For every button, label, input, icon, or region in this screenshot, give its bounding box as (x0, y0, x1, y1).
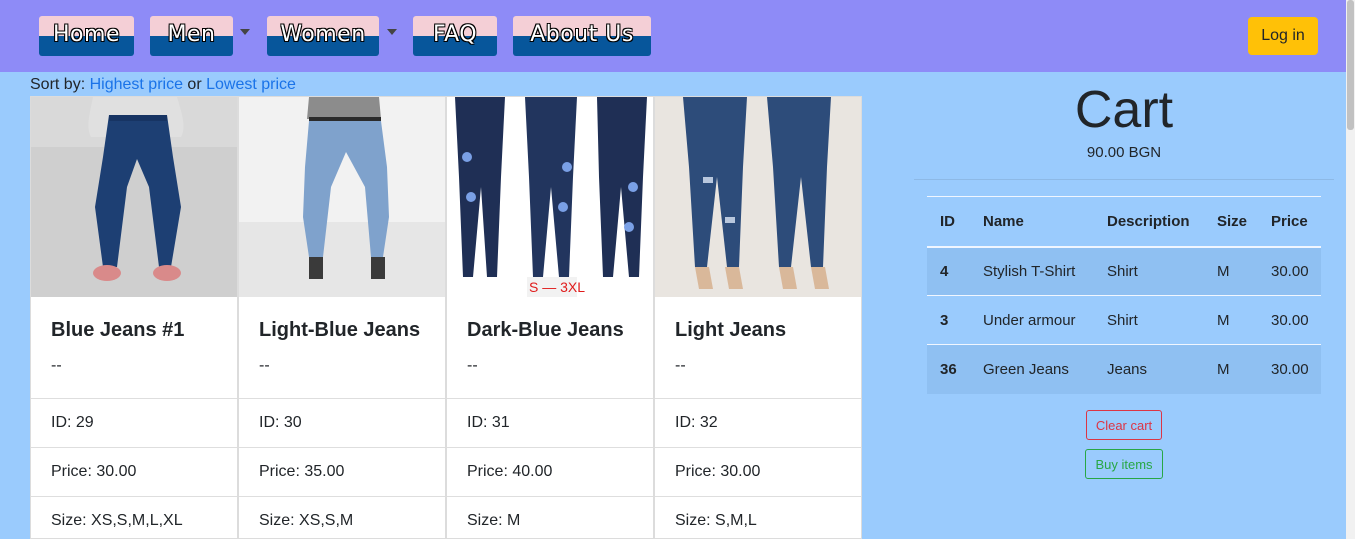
nav-men-button[interactable]: Men (150, 16, 233, 56)
sort-bar: Sort by: Highest price or Lowest price (30, 76, 296, 94)
page-scrollbar[interactable] (1346, 0, 1355, 539)
product-description: -- (51, 357, 62, 374)
nav-faq-label: FAQ (432, 22, 478, 47)
cart-cell-name: Green Jeans (970, 344, 1094, 394)
cart-cell-price: 30.00 (1258, 295, 1321, 345)
cart-title: Cart (1074, 81, 1174, 139)
product-description: -- (467, 357, 478, 374)
product-description: -- (259, 357, 270, 374)
product-price: Price: 30.00 (655, 447, 861, 496)
product-title: Blue Jeans #1 (51, 319, 185, 341)
table-row: 4 Stylish T-Shirt Shirt M 30.00 (927, 246, 1321, 296)
cart-col-price: Price (1258, 196, 1321, 248)
top-navbar: Home Men Women FAQ About Us Log in (0, 0, 1346, 72)
product-size: Size: XS,S,M (239, 496, 445, 538)
nav-about-label: About Us (530, 22, 634, 47)
cart-col-name: Name (970, 196, 1094, 248)
nav-women-label: Women (280, 22, 366, 47)
sort-highest-link[interactable]: Highest price (90, 76, 183, 93)
product-size: Size: S,M,L (655, 496, 861, 538)
nav-faq-button[interactable]: FAQ (413, 16, 497, 56)
product-id: ID: 31 (447, 398, 653, 447)
product-card[interactable]: Light-Blue Jeans -- ID: 30 Price: 35.00 … (238, 96, 446, 539)
cart-cell-description: Shirt (1094, 295, 1204, 345)
clear-cart-button[interactable]: Clear cart (1086, 410, 1162, 440)
nav-home-label: Home (53, 22, 120, 47)
product-image-size-text: S — 3XL (529, 279, 585, 295)
cart-cell-size: M (1204, 246, 1258, 296)
nav-about-button[interactable]: About Us (513, 16, 651, 56)
product-card[interactable]: Light Jeans -- ID: 32 Price: 30.00 Size:… (654, 96, 862, 539)
cart-cell-id: 3 (927, 295, 970, 345)
table-row: 3 Under armour Shirt M 30.00 (927, 295, 1321, 345)
product-image (655, 97, 861, 297)
cart-cell-size: M (1204, 344, 1258, 394)
product-price: Price: 40.00 (447, 447, 653, 496)
product-card[interactable]: S — 3XL Dark-Blue Jeans -- ID: 31 Price:… (446, 96, 654, 539)
cart-cell-size: M (1204, 295, 1258, 345)
product-id: ID: 30 (239, 398, 445, 447)
cart-total: 90.00 BGN (1086, 144, 1162, 161)
product-size: Size: XS,S,M,L,XL (31, 496, 237, 538)
cart-cell-id: 36 (927, 344, 970, 394)
sort-lowest-link[interactable]: Lowest price (206, 76, 296, 93)
product-image: S — 3XL (447, 97, 653, 297)
cart-col-description: Description (1094, 196, 1204, 248)
cart-cell-id: 4 (927, 246, 970, 296)
cart-cell-price: 30.00 (1258, 344, 1321, 394)
product-id: ID: 29 (31, 398, 237, 447)
cart-cell-price: 30.00 (1258, 246, 1321, 296)
nav-women-button[interactable]: Women (267, 16, 379, 56)
scrollbar-thumb[interactable] (1347, 0, 1354, 130)
product-title: Light-Blue Jeans (259, 319, 421, 341)
product-card[interactable]: Blue Jeans #1 -- ID: 29 Price: 30.00 Siz… (30, 96, 238, 539)
product-price: Price: 30.00 (31, 447, 237, 496)
product-price: Price: 35.00 (239, 447, 445, 496)
cart-cell-description: Shirt (1094, 246, 1204, 296)
product-size: Size: M (447, 496, 653, 538)
sort-prefix: Sort by: (30, 76, 86, 93)
cart-col-size: Size (1204, 196, 1258, 248)
cart-col-id: ID (927, 196, 970, 248)
product-id: ID: 32 (655, 398, 861, 447)
cart-table-header-row: ID Name Description Size Price (927, 196, 1321, 248)
women-dropdown-caret-icon[interactable] (387, 29, 397, 35)
cart-cell-description: Jeans (1094, 344, 1204, 394)
product-title: Dark-Blue Jeans (467, 319, 624, 341)
product-image (239, 97, 445, 297)
buy-items-button[interactable]: Buy items (1085, 449, 1163, 479)
nav-men-label: Men (167, 22, 216, 47)
product-title: Light Jeans (675, 319, 787, 341)
cart-table: ID Name Description Size Price 4 Stylish… (927, 196, 1321, 394)
product-description: -- (675, 357, 686, 374)
table-row: 36 Green Jeans Jeans M 30.00 (927, 344, 1321, 394)
cart-divider (914, 179, 1334, 180)
product-image (31, 97, 237, 297)
nav-home-button[interactable]: Home (39, 16, 134, 56)
cart-cell-name: Under armour (970, 295, 1094, 345)
sort-or: or (187, 76, 202, 93)
men-dropdown-caret-icon[interactable] (240, 29, 250, 35)
login-button[interactable]: Log in (1248, 17, 1318, 55)
cart-cell-name: Stylish T-Shirt (970, 246, 1094, 296)
